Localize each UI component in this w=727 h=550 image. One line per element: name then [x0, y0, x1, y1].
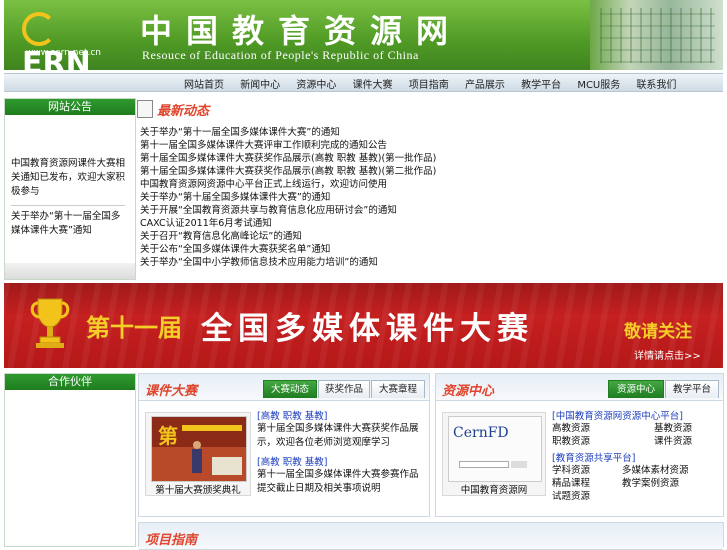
news-item[interactable]: 第十届全国多媒体课件大赛获奖作品展示(高教 职教 基教)(第二批作品)	[140, 165, 440, 178]
site-url: www.cern.net.cn	[26, 48, 101, 58]
banner-edition: 第十一届	[86, 313, 182, 342]
contest-entry-tag[interactable]: [高教 职教 基教]	[257, 408, 425, 422]
resource-link[interactable]: 基教资源	[654, 422, 714, 435]
banner-contest-name: 全国多媒体课件大赛	[201, 311, 534, 347]
contest-entry-text[interactable]: 第十届全国多媒体课件大赛获奖作品展示，欢迎各位老师浏览观摩学习	[257, 422, 425, 450]
news-item[interactable]: 关于举办“第十一届全国多媒体课件大赛”的通知	[140, 126, 440, 139]
notice-list: 中国教育资源网课件大赛相关通知已发布，欢迎大家积极参与 关于举办“第十一届全国多…	[11, 157, 125, 242]
resource-panel: 资源中心 资源中心 教学平台 CernFD 中国教育资源网 [中国教育资源网资源…	[435, 373, 724, 517]
news-item[interactable]: 关于召开“教育信息化高峰论坛”的通知	[140, 230, 440, 243]
partner-box-title: 合作伙伴	[5, 374, 135, 390]
tab-contest-news[interactable]: 大赛动态	[263, 380, 317, 398]
nav-item-products[interactable]: 产品展示	[465, 76, 505, 91]
resource-thumb-caption: 中国教育资源网	[460, 485, 528, 496]
news-item[interactable]: 关于举办“全国中小学教师信息技术应用能力培训”的通知	[140, 256, 440, 269]
tab-resource-center[interactable]: 资源中心	[608, 380, 664, 398]
resource-screenshot-image: CernFD	[448, 416, 542, 482]
resource-thumb-logo: CernFD	[453, 425, 509, 441]
site-header: ERN www.cern.net.cn 中国教育资源网 Resouce of E…	[4, 0, 723, 70]
resource-group-items: 高教资源 基教资源 职教资源 课件资源	[552, 422, 720, 448]
banner-slogan: 敬请关注	[624, 322, 692, 342]
site-subtitle: Resouce of Education of People's Republi…	[142, 48, 419, 62]
contest-thumb-box[interactable]: 第 第十届大赛颁奖典礼	[145, 412, 251, 496]
notice-box: 网站公告 中国教育资源网课件大赛相关通知已发布，欢迎大家积极参与 关于举办“第十…	[4, 98, 136, 280]
resource-link[interactable]: 试题资源	[552, 490, 622, 503]
resource-link[interactable]: 学科资源	[552, 464, 622, 477]
project-guide-panel: 项目指南	[138, 522, 724, 550]
nav-item-mcu[interactable]: MCU服务	[577, 76, 620, 91]
notice-item[interactable]: 中国教育资源网课件大赛相关通知已发布，欢迎大家积极参与	[11, 157, 125, 203]
contest-entry-text[interactable]: 第十一届全国多媒体课件大赛参赛作品提交截止日期及相关事项说明	[257, 468, 425, 496]
document-icon	[137, 100, 153, 118]
resource-panel-title: 资源中心	[442, 384, 495, 399]
tab-contest-awards[interactable]: 获奖作品	[318, 380, 370, 398]
resource-link[interactable]: 高教资源	[552, 422, 654, 435]
resource-group-tag[interactable]: [教育资源共享平台]	[552, 450, 720, 464]
resource-link[interactable]: 精品课程	[552, 477, 622, 490]
resource-link[interactable]: 课件资源	[654, 435, 714, 448]
news-item[interactable]: 第十届全国多媒体课件大赛获奖作品展示(高教 职教 基教)(第一批作品)	[140, 152, 440, 165]
notice-divider	[11, 205, 125, 206]
tab-teaching-platform[interactable]: 教学平台	[665, 380, 719, 398]
news-item[interactable]: 关于公布“全国多媒体课件大赛获奖名单”通知	[140, 243, 440, 256]
resource-link[interactable]: 多媒体素材资源	[622, 464, 712, 477]
resource-groups: [中国教育资源网资源中心平台] 高教资源 基教资源 职教资源 课件资源 [教育资…	[552, 408, 720, 503]
notice-box-footer	[5, 263, 135, 279]
notice-box-title: 网站公告	[5, 99, 135, 115]
trophy-icon	[30, 298, 70, 348]
contest-ceremony-image: 第	[151, 416, 247, 482]
nav-item-contest[interactable]: 课件大赛	[353, 76, 393, 91]
logo-c-ring-icon	[22, 11, 56, 46]
resource-link[interactable]: 职教资源	[552, 435, 654, 448]
project-guide-title: 项目指南	[145, 533, 198, 548]
nav-item-news[interactable]: 新闻中心	[240, 76, 280, 91]
news-item[interactable]: 第十一届全国多媒体课件大赛评审工作顺利完成的通知公告	[140, 139, 440, 152]
site-logo[interactable]: ERN www.cern.net.cn	[22, 10, 122, 70]
news-item[interactable]: CAXC认证2011年6月考试通知	[140, 217, 440, 230]
contest-entries: [高教 职教 基教] 第十届全国多媒体课件大赛获奖作品展示，欢迎各位老师浏览观摩…	[257, 408, 425, 496]
nav-item-projects[interactable]: 项目指南	[409, 76, 449, 91]
resource-thumb-box[interactable]: CernFD 中国教育资源网	[442, 412, 546, 496]
news-list: 关于举办“第十一届全国多媒体课件大赛”的通知 第十一届全国多媒体课件大赛评审工作…	[140, 126, 440, 269]
contest-banner[interactable]: 第十一届 全国多媒体课件大赛 敬请关注 详情请点击>>	[4, 283, 723, 368]
contest-panel-title: 课件大赛	[145, 384, 198, 399]
news-item[interactable]: 关于举办“第十届全国多媒体课件大赛”的通知	[140, 191, 440, 204]
resource-group-items: 学科资源 多媒体素材资源 精品课程 教学案例资源 试题资源	[552, 464, 720, 503]
news-item[interactable]: 关于开展“全国教育资源共享与教育信息化应用研讨会”的通知	[140, 204, 440, 217]
news-header: 最新动态	[137, 100, 437, 119]
tab-contest-rules[interactable]: 大赛章程	[371, 380, 425, 398]
resource-link[interactable]: 教学案例资源	[622, 477, 712, 490]
nav-item-platform[interactable]: 教学平台	[521, 76, 561, 91]
header-building-photo	[590, 0, 723, 70]
banner-details-link[interactable]: 详情请点击>>	[634, 347, 701, 362]
ceremony-banner-char: 第	[158, 424, 178, 448]
nav-item-home[interactable]: 网站首页	[184, 76, 224, 91]
contest-panel: 课件大赛 大赛动态 获奖作品 大赛章程 第 第十届大赛颁奖典礼 [高教 职教 基…	[138, 373, 430, 517]
site-title: 中国教育资源网	[140, 12, 463, 50]
contest-thumb-caption: 第十届大赛颁奖典礼	[155, 485, 241, 496]
main-nav: 网站首页 新闻中心 资源中心 课件大赛 项目指南 产品展示 教学平台 MCU服务…	[4, 73, 723, 92]
news-title: 最新动态	[157, 104, 210, 119]
notice-item[interactable]: 关于举办“第十一届全国多媒体课件大赛”通知	[11, 210, 125, 242]
resource-group-tag[interactable]: [中国教育资源网资源中心平台]	[552, 408, 720, 422]
nav-item-contact[interactable]: 联系我们	[636, 76, 676, 91]
news-item[interactable]: 中国教育资源网资源中心平台正式上线运行，欢迎访问使用	[140, 178, 440, 191]
partner-box: 合作伙伴	[4, 373, 136, 547]
logo-wordmark: ERN	[22, 10, 122, 70]
nav-item-resources[interactable]: 资源中心	[296, 76, 336, 91]
contest-entry-tag[interactable]: [高教 职教 基教]	[257, 454, 425, 468]
